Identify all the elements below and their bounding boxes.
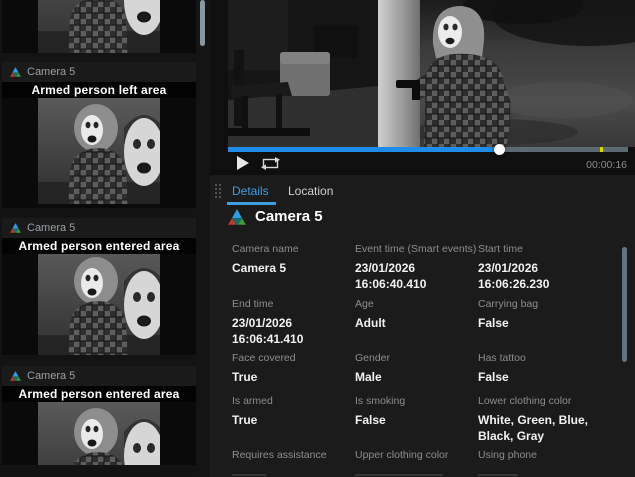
event-card-armed-entered-2[interactable]: Camera 5 Armed person entered area xyxy=(2,366,196,465)
details-row: Is armed True Is smoking False Lower clo… xyxy=(232,395,628,444)
event-camera-name: Camera 5 xyxy=(27,222,76,234)
detail-label: Upper clothing color xyxy=(355,449,449,461)
thumbnail-image xyxy=(38,254,160,355)
detail-label: Is smoking xyxy=(355,395,406,407)
details-row: Face covered True Gender Male Has tattoo… xyxy=(232,352,628,385)
detail-field-event-time: Event time (Smart events) 23/01/2026 16:0… xyxy=(355,243,478,292)
loop-playback-button[interactable] xyxy=(260,157,281,170)
detail-label: Requires assistance xyxy=(232,449,327,461)
details-row: End time 23/01/2026 16:06:41.410 Age Adul… xyxy=(232,298,628,347)
event-detail-panel: 00:00:16 Details Location Camera 5 Camer… xyxy=(210,0,635,477)
cutoff-value-hint xyxy=(232,474,266,476)
detail-field-is-armed: Is armed True xyxy=(232,395,355,444)
sidebar-scrollbar[interactable] xyxy=(200,0,205,46)
detail-value: Camera 5 xyxy=(232,261,287,275)
play-icon xyxy=(237,156,249,170)
thumbnail-image xyxy=(38,98,160,204)
video-section: 00:00:16 xyxy=(210,0,635,175)
detail-field-has-tattoo: Has tattoo False xyxy=(478,352,601,385)
tab-details[interactable]: Details xyxy=(227,184,276,205)
event-label: Armed person entered area xyxy=(2,386,196,402)
event-list-sidebar: Camera 5 Armed person left area Camera 5… xyxy=(0,0,197,477)
event-card-armed-left[interactable]: Camera 5 Armed person left area xyxy=(2,62,196,208)
details-row: Requires assistance Upper clothing color… xyxy=(232,449,628,466)
thumbnail-image xyxy=(38,402,160,465)
detail-value: Male xyxy=(355,370,382,384)
detail-value: True xyxy=(232,370,258,384)
detail-label: Age xyxy=(355,298,374,310)
detail-label: Start time xyxy=(478,243,523,255)
event-card-armed-entered-1[interactable]: Camera 5 Armed person entered area xyxy=(2,218,196,355)
event-card-header: Camera 5 xyxy=(2,366,196,386)
details-scrollbar[interactable] xyxy=(622,247,627,362)
thumbnail-image xyxy=(38,0,160,53)
drag-handle-icon[interactable] xyxy=(214,183,222,199)
camera-title: Camera 5 xyxy=(255,208,323,225)
detail-field-start-time: Start time 23/01/2026 16:06:26.230 xyxy=(478,243,601,292)
playback-timestamp: 00:00:16 xyxy=(586,159,627,171)
event-label: Armed person entered area xyxy=(2,238,196,254)
detail-label: Lower clothing color xyxy=(478,395,572,407)
detail-value: Adult xyxy=(355,316,386,330)
playback-controls: 00:00:16 xyxy=(210,152,635,175)
detail-value: 23/01/2026 16:06:26.230 xyxy=(478,261,550,291)
detail-value: True xyxy=(232,413,258,427)
detail-value: False xyxy=(478,316,509,330)
detail-field-upper-clothing-color: Upper clothing color xyxy=(355,449,478,466)
event-thumbnail xyxy=(2,402,196,465)
detail-label: Camera name xyxy=(232,243,299,255)
detail-field-end-time: End time 23/01/2026 16:06:41.410 xyxy=(232,298,355,347)
cutoff-value-hint xyxy=(478,474,518,476)
detail-value: 23/01/2026 16:06:40.410 xyxy=(355,261,427,291)
detail-value: White, Green, Blue, Black, Gray xyxy=(478,413,589,443)
event-label: Armed person left area xyxy=(2,82,196,98)
event-camera-name: Camera 5 xyxy=(27,370,76,382)
cutoff-value-hint xyxy=(355,474,443,476)
detail-field-age: Age Adult xyxy=(355,298,478,347)
camera-brand-triangle-logo-icon xyxy=(10,371,21,381)
detail-field-is-smoking: Is smoking False xyxy=(355,395,478,444)
detail-value: 23/01/2026 16:06:41.410 xyxy=(232,316,304,346)
detail-field-gender: Gender Male xyxy=(355,352,478,385)
details-row: Camera name Camera 5 Event time (Smart e… xyxy=(232,243,628,292)
event-camera-name: Camera 5 xyxy=(27,66,76,78)
detail-label: Face covered xyxy=(232,352,296,364)
detail-label: Carrying bag xyxy=(478,298,539,310)
video-frame-image xyxy=(228,0,635,147)
play-button[interactable] xyxy=(236,156,249,170)
detail-field-carrying-bag: Carrying bag False xyxy=(478,298,601,347)
detail-label: Using phone xyxy=(478,449,537,461)
event-card-header: Camera 5 xyxy=(2,62,196,82)
detail-label: Has tattoo xyxy=(478,352,526,364)
detail-label: End time xyxy=(232,298,274,310)
camera-brand-triangle-logo-icon xyxy=(228,209,246,225)
detail-label: Is armed xyxy=(232,395,273,407)
camera-brand-triangle-logo-icon xyxy=(10,67,21,77)
event-card-partial[interactable] xyxy=(2,0,196,53)
loop-playback-icon xyxy=(261,157,280,170)
detail-value: False xyxy=(478,370,509,384)
detail-label: Gender xyxy=(355,352,391,364)
event-thumbnail xyxy=(2,254,196,355)
details-section: Details Location Camera 5 Camera name Ca… xyxy=(210,175,635,477)
detail-field-face-covered: Face covered True xyxy=(232,352,355,385)
detail-field-lower-clothing-color: Lower clothing color White, Green, Blue,… xyxy=(478,395,601,444)
event-thumbnail xyxy=(2,98,196,208)
detail-field-using-phone: Using phone xyxy=(478,449,601,466)
event-card-header: Camera 5 xyxy=(2,218,196,238)
video-player[interactable] xyxy=(228,0,635,147)
tab-location[interactable]: Location xyxy=(288,184,333,198)
event-thumbnail xyxy=(2,0,196,53)
detail-value: False xyxy=(355,413,386,427)
detail-field-camera-name: Camera name Camera 5 xyxy=(232,243,355,292)
camera-brand-triangle-logo-icon xyxy=(10,223,21,233)
camera-title-row: Camera 5 xyxy=(228,208,323,225)
detail-label: Event time (Smart events) xyxy=(355,243,477,255)
detail-field-requires-assistance: Requires assistance xyxy=(232,449,355,466)
